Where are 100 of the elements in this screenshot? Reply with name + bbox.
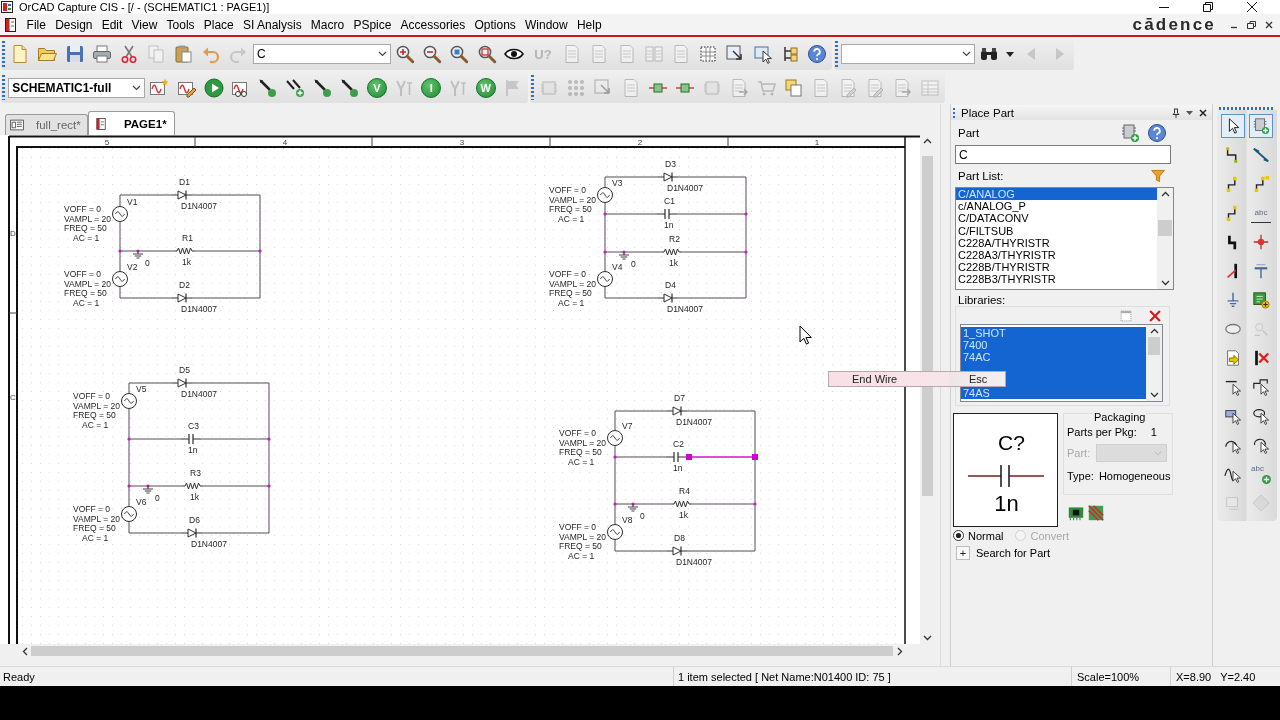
close-icon[interactable]: [1265, 20, 1273, 29]
toolbar-grip[interactable]: [530, 75, 534, 100]
menu-item[interactable]: Design: [50, 15, 98, 34]
close-icon[interactable]: [1247, 2, 1257, 12]
expand-button[interactable]: +: [956, 546, 970, 560]
zoom-out-icon[interactable]: [422, 44, 443, 64]
context-menu-item[interactable]: End Wire Esc: [828, 371, 1006, 387]
probe-icon[interactable]: [339, 77, 360, 98]
chevron-up-icon[interactable]: [923, 138, 932, 144]
menu-item[interactable]: Tools: [161, 15, 200, 34]
list-item[interactable]: C228A/THYRISTR: [956, 236, 1157, 249]
chevron-down-icon[interactable]: [1160, 280, 1170, 286]
restore-icon[interactable]: [1203, 2, 1213, 12]
net-alias-button[interactable]: abc: [1251, 202, 1271, 223]
printer-icon[interactable]: [91, 44, 112, 64]
palette-grip[interactable]: [1219, 107, 1275, 110]
block-plus-icon[interactable]: [1252, 290, 1270, 309]
part-field[interactable]: C: [955, 145, 1171, 164]
probe-icon[interactable]: [258, 77, 279, 98]
zoom-area-icon[interactable]: [449, 44, 470, 64]
chevron-up-icon[interactable]: [1160, 191, 1170, 197]
polyline-pointer-icon[interactable]: [1252, 377, 1270, 396]
delete-icon[interactable]: [1148, 308, 1162, 323]
selected-wire[interactable]: [686, 454, 758, 460]
menu-item[interactable]: File: [22, 15, 51, 34]
filter-icon[interactable]: [1150, 167, 1166, 184]
ellipse-pointer-icon[interactable]: [1252, 406, 1270, 425]
combo-box[interactable]: C: [252, 44, 391, 64]
list-item[interactable]: 74AS: [961, 387, 1146, 399]
probe-pair-icon[interactable]: [285, 77, 306, 98]
document-tab[interactable]: full_rect*: [5, 114, 88, 135]
list-item[interactable]: 1_SHOT: [961, 327, 1146, 339]
toolbar-grip[interactable]: [2, 41, 5, 67]
scrollbar[interactable]: [1157, 188, 1173, 289]
menu-item[interactable]: Window: [520, 15, 573, 34]
list-item[interactable]: C228B/THYRISTR: [956, 261, 1157, 274]
diagonal-wire-icon[interactable]: [1252, 145, 1270, 164]
scrollbar-thumb[interactable]: [1158, 220, 1172, 236]
junction-icon: [744, 212, 748, 216]
dotted-page-icon[interactable]: [1119, 308, 1133, 323]
chevron-right-icon[interactable]: [897, 646, 903, 656]
menu-item[interactable]: SI Analysis: [238, 15, 307, 34]
chevron-up-icon[interactable]: [1149, 328, 1159, 334]
selection-frame-icon[interactable]: [698, 44, 719, 64]
page-arrow-icon[interactable]: [1224, 348, 1242, 367]
play-icon[interactable]: [203, 77, 224, 98]
menu-item[interactable]: View: [126, 15, 162, 34]
part-value: D1N4007: [676, 416, 712, 427]
caret-icon[interactable]: [1186, 110, 1193, 115]
pointer-icon[interactable]: [1221, 113, 1245, 138]
list-item[interactable]: c/ANALOG_P: [956, 200, 1157, 213]
list-item[interactable]: C/FILTSUB: [956, 224, 1157, 237]
power-icon[interactable]: [1252, 261, 1270, 280]
menu-item[interactable]: PSpice: [348, 15, 396, 34]
list-item[interactable]: 7400: [961, 339, 1146, 351]
pattern-icon[interactable]: [1088, 505, 1104, 521]
cross-icon[interactable]: [1252, 348, 1270, 367]
document-tab[interactable]: PAGE1*: [88, 111, 175, 135]
help-icon[interactable]: [1147, 122, 1167, 143]
chip-plus-icon[interactable]: [1120, 122, 1140, 143]
documents-icon[interactable]: [783, 77, 804, 98]
toolbar-grip[interactable]: [834, 41, 838, 67]
zoom-in-icon[interactable]: [395, 44, 416, 64]
section-label: Search for Part: [976, 547, 1050, 559]
step-wire-icon[interactable]: [1252, 174, 1270, 193]
scrollbar[interactable]: [1146, 325, 1162, 401]
scrollbar-thumb[interactable]: [922, 156, 933, 496]
scrollbar-thumb[interactable]: [31, 646, 893, 656]
help-icon[interactable]: [806, 44, 827, 64]
chevron-left-icon[interactable]: [22, 646, 28, 656]
clipboard-icon[interactable]: [173, 44, 194, 64]
list-item[interactable]: C228A3/THYRISTR: [956, 248, 1157, 262]
list-item[interactable]: C/DATACONV: [956, 212, 1157, 225]
zoom-fit-icon[interactable]: [476, 44, 497, 64]
menu-item[interactable]: Options: [469, 15, 521, 34]
chip-plus-icon[interactable]: [1249, 113, 1273, 138]
waveform-star-icon[interactable]: [149, 77, 170, 98]
toolbar-grip[interactable]: [2, 75, 5, 100]
close-icon[interactable]: [1199, 108, 1207, 117]
probe-icon[interactable]: [312, 77, 333, 98]
text-tool-button[interactable]: abc: [1251, 463, 1271, 484]
scrollbar-thumb[interactable]: [1148, 337, 1160, 355]
menu-item[interactable]: Place: [199, 15, 239, 34]
crosshair-icon[interactable]: [1252, 232, 1270, 251]
menu-item[interactable]: Edit: [97, 15, 127, 34]
circuit-board-icon[interactable]: [1068, 505, 1084, 521]
box-pointer-icon[interactable]: [752, 44, 773, 64]
list-item[interactable]: C228B3/THYRISTR: [956, 273, 1157, 286]
chevron-down-icon[interactable]: [1149, 392, 1159, 398]
menu-item[interactable]: Help: [572, 15, 607, 34]
menu-item[interactable]: Accessories: [396, 15, 470, 34]
chevron-down-icon[interactable]: [923, 635, 932, 641]
list-item[interactable]: 74AC: [961, 351, 1146, 363]
list-item[interactable]: C/ANALOG: [956, 188, 1157, 201]
scissors-icon[interactable]: [118, 44, 139, 64]
restore-icon[interactable]: [1247, 20, 1256, 29]
pin-icon[interactable]: [1172, 107, 1180, 118]
menu-item[interactable]: Macro: [306, 15, 349, 34]
combo-box[interactable]: SCHEMATIC1-full: [8, 77, 146, 98]
radio-button[interactable]: Normal: [953, 529, 1004, 542]
